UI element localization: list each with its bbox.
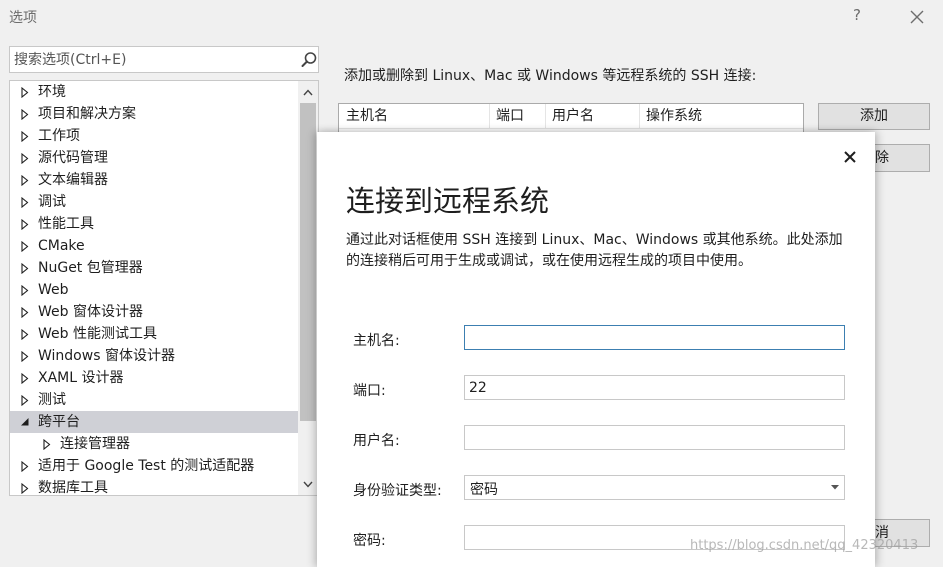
tree-item[interactable]: 文本编辑器 <box>10 169 298 191</box>
title-bar: 选项 ? <box>0 0 943 34</box>
tree-item[interactable]: Web 性能测试工具 <box>10 323 298 345</box>
port-label: 端口: <box>353 383 386 399</box>
tree-item-label: 源代码管理 <box>38 150 108 166</box>
tree-item[interactable]: 数据库工具 <box>10 477 298 496</box>
collapsed-arrow-icon[interactable] <box>19 477 31 495</box>
tree-item-label: CMake <box>38 238 85 254</box>
search-icon[interactable] <box>300 51 318 69</box>
collapsed-arrow-icon[interactable] <box>19 213 31 235</box>
tree-item-label: Web <box>38 282 69 298</box>
scroll-up-button[interactable] <box>298 81 318 103</box>
options-tree: 环境项目和解决方案 工作项源代码管理文本编辑器调试性能工具 CMake NuGet 包… <box>9 80 319 496</box>
collapsed-arrow-icon[interactable] <box>19 323 31 345</box>
host-label: 主机名: <box>353 333 400 349</box>
tree-item-label: 工作项 <box>38 128 80 144</box>
column-header-port[interactable]: 端口 <box>490 104 546 129</box>
tree-item-label: 跨平台 <box>38 414 80 430</box>
port-input[interactable] <box>464 375 845 400</box>
tree-item-label: 项目和解决方案 <box>38 106 136 122</box>
collapsed-arrow-icon[interactable] <box>19 455 31 477</box>
tree-item[interactable]: 跨平台 <box>10 411 298 433</box>
auth-type-label: 身份验证类型: <box>353 483 442 499</box>
dialog-description: 通过此对话框使用 SSH 连接到 Linux、Mac、Windows 或其他系统… <box>346 232 843 269</box>
add-connection-button[interactable]: 添加 <box>818 103 930 130</box>
help-button[interactable]: ? <box>853 6 861 24</box>
search-box[interactable] <box>9 46 319 73</box>
column-header-username[interactable]: 用户名 <box>546 104 640 129</box>
collapsed-arrow-icon[interactable] <box>19 81 31 103</box>
collapsed-arrow-icon[interactable] <box>19 257 31 279</box>
collapsed-arrow-icon[interactable] <box>19 125 31 147</box>
tree-item[interactable]: 环境 <box>10 81 298 103</box>
chevron-up-icon <box>303 88 313 95</box>
password-label: 密码: <box>353 533 386 549</box>
collapsed-arrow-icon[interactable] <box>19 103 31 125</box>
tree-item-label: 适用于 Google Test 的测试适配器 <box>38 458 255 474</box>
search-input[interactable] <box>14 50 284 69</box>
scroll-down-button[interactable] <box>298 473 318 495</box>
tree-item-label: 文本编辑器 <box>38 172 108 188</box>
tree-item[interactable]: 项目和解决方案 <box>10 103 298 125</box>
collapsed-arrow-icon[interactable] <box>19 235 31 257</box>
tree-item-label: 调试 <box>38 194 66 210</box>
tree-item-label: NuGet 包管理器 <box>38 260 143 276</box>
auth-type-value: 密码 <box>470 482 498 498</box>
tree-item-label: 连接管理器 <box>60 436 130 452</box>
scroll-thumb[interactable] <box>300 103 316 421</box>
collapsed-arrow-icon[interactable] <box>19 191 31 213</box>
column-header-host[interactable]: 主机名 <box>339 104 490 129</box>
tree-item[interactable]: NuGet 包管理器 <box>10 257 298 279</box>
collapsed-arrow-icon[interactable] <box>41 433 53 455</box>
tree-item[interactable]: 性能工具 <box>10 213 298 235</box>
tree-item-label: Web 窗体设计器 <box>38 304 143 320</box>
collapsed-arrow-icon[interactable] <box>19 169 31 191</box>
table-header: 主机名 端口 用户名 操作系统 <box>339 104 803 129</box>
collapsed-arrow-icon[interactable] <box>19 367 31 389</box>
tree-item[interactable]: 连接管理器 <box>10 433 298 455</box>
dialog-title: 连接到远程系统 <box>346 184 550 218</box>
dropdown-arrow-icon <box>831 485 839 490</box>
tree-item[interactable]: Web <box>10 279 298 301</box>
collapsed-arrow-icon[interactable] <box>19 345 31 367</box>
tree-item[interactable]: CMake <box>10 235 298 257</box>
tree-item-label: XAML 设计器 <box>38 370 124 386</box>
tree-item[interactable]: XAML 设计器 <box>10 367 298 389</box>
tree-item[interactable]: Web 窗体设计器 <box>10 301 298 323</box>
tree-item[interactable]: 测试 <box>10 389 298 411</box>
connections-label: 添加或删除到 Linux、Mac 或 Windows 等远程系统的 SSH 连接… <box>344 68 757 84</box>
close-icon <box>910 10 924 24</box>
tree-item[interactable]: 工作项 <box>10 125 298 147</box>
collapsed-arrow-icon[interactable] <box>19 301 31 323</box>
window-close-button[interactable] <box>906 6 928 28</box>
username-label: 用户名: <box>353 433 400 449</box>
dialog-close-button[interactable] <box>841 148 859 166</box>
tree-item-label: 环境 <box>38 84 66 100</box>
tree-item[interactable]: Windows 窗体设计器 <box>10 345 298 367</box>
tree-item-label: Web 性能测试工具 <box>38 326 157 342</box>
tree-item[interactable]: 源代码管理 <box>10 147 298 169</box>
tree-item-label: 数据库工具 <box>38 480 108 496</box>
tree-scrollbar[interactable] <box>298 81 318 495</box>
close-icon <box>844 151 856 163</box>
collapsed-arrow-icon[interactable] <box>19 147 31 169</box>
tree-item[interactable]: 调试 <box>10 191 298 213</box>
expanded-arrow-icon[interactable] <box>19 411 31 433</box>
collapsed-arrow-icon[interactable] <box>19 389 31 411</box>
tree-item-label: 测试 <box>38 392 66 408</box>
auth-type-select[interactable]: 密码 <box>464 475 845 500</box>
watermark: https://blog.csdn.net/qq_42320413 <box>690 538 919 553</box>
collapsed-arrow-icon[interactable] <box>19 279 31 301</box>
column-header-os[interactable]: 操作系统 <box>640 104 803 129</box>
tree-item-label: 性能工具 <box>38 216 94 232</box>
chevron-down-icon <box>303 481 313 488</box>
host-input[interactable] <box>464 325 845 350</box>
connect-remote-dialog: 连接到远程系统 通过此对话框使用 SSH 连接到 Linux、Mac、Windo… <box>317 132 875 567</box>
tree-items: 环境项目和解决方案 工作项源代码管理文本编辑器调试性能工具 CMake NuGet 包… <box>10 81 298 496</box>
username-input[interactable] <box>464 425 845 450</box>
tree-item[interactable]: 适用于 Google Test 的测试适配器 <box>10 455 298 477</box>
window-title: 选项 <box>9 10 37 26</box>
tree-item-label: Windows 窗体设计器 <box>38 348 175 364</box>
